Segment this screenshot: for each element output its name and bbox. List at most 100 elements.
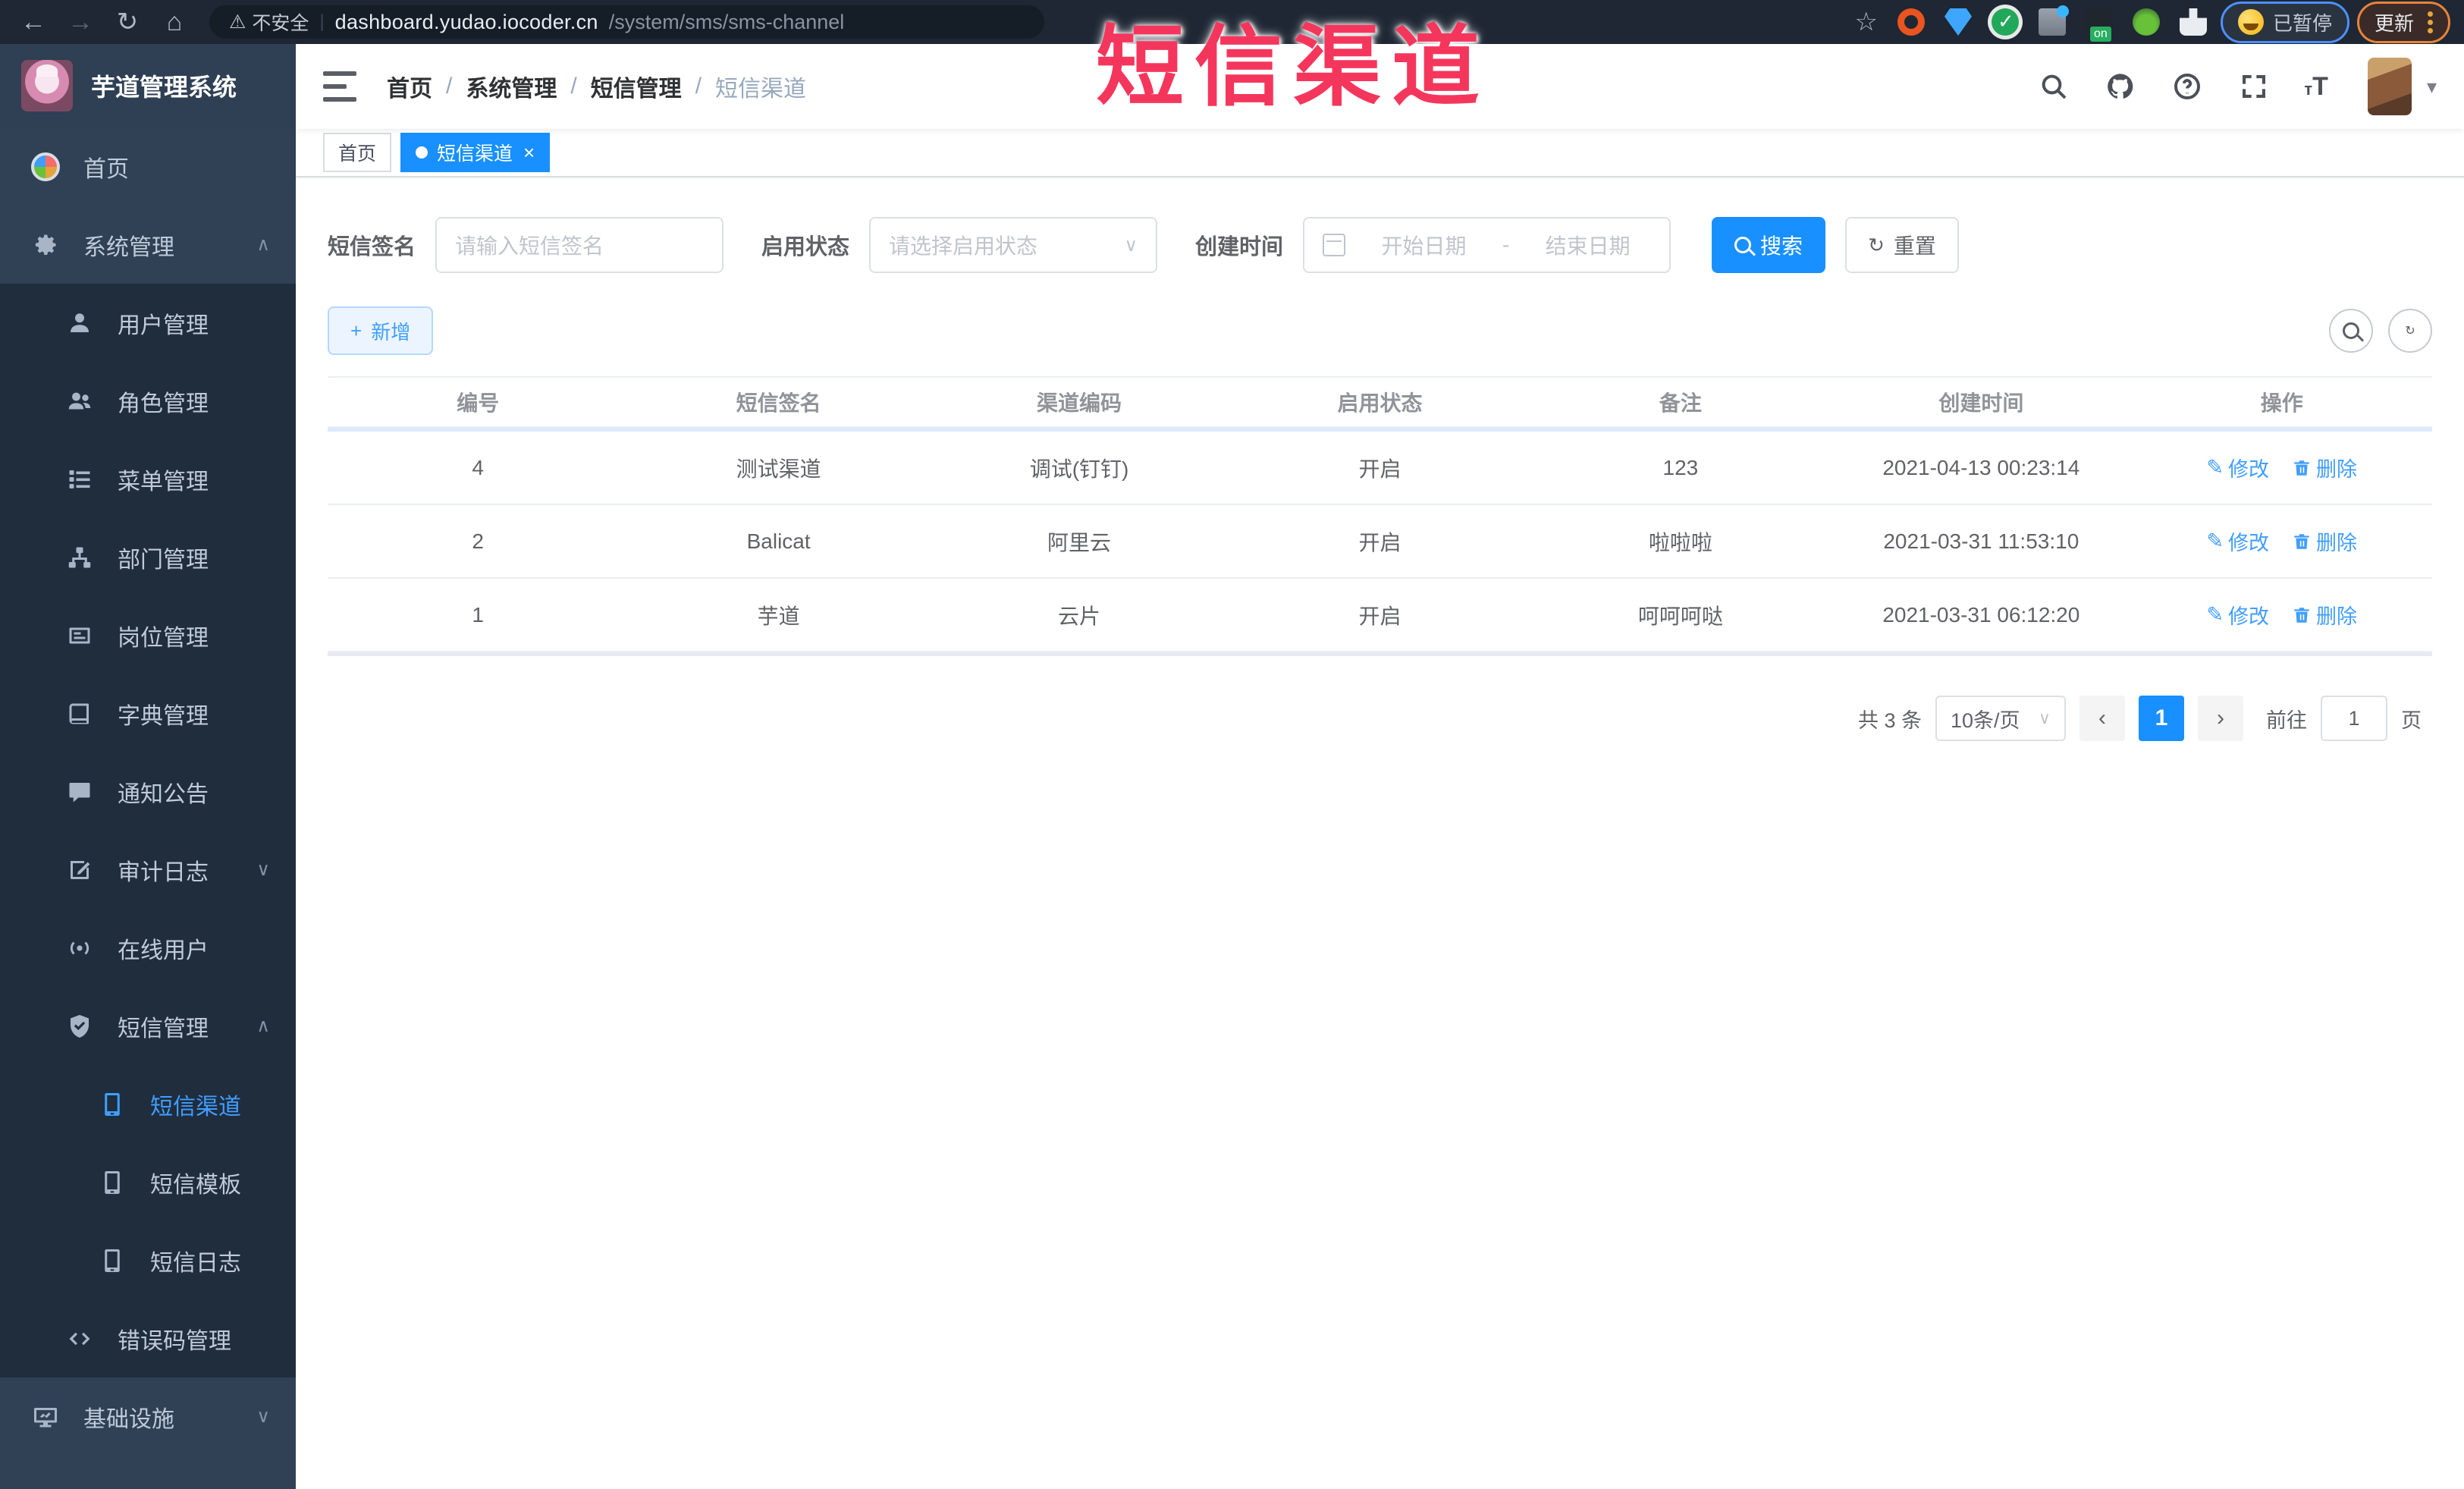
close-tab-icon[interactable]: × <box>523 141 535 165</box>
breadcrumb-system[interactable]: 系统管理 <box>466 70 557 103</box>
breadcrumb-home[interactable]: 首页 <box>387 70 432 103</box>
trash-icon <box>2294 533 2309 549</box>
sidebar-item-dept-management[interactable]: 部门管理 <box>0 518 296 596</box>
url-separator: | <box>319 11 325 32</box>
sidebar-item-error-code[interactable]: 错误码管理 <box>0 1299 296 1377</box>
extension-on-badge-icon[interactable] <box>2085 8 2113 42</box>
app-title: 芋道管理系统 <box>91 74 237 101</box>
page-size-select[interactable]: 10条/页 ∨ <box>1935 696 2066 741</box>
delete-link[interactable]: 删除 <box>2292 526 2357 556</box>
extension-blue-pin-icon[interactable] <box>1944 8 1972 36</box>
address-bar[interactable]: ⚠ 不安全 | dashboard.yudao.iocoder.cn /syst… <box>209 5 1044 39</box>
github-icon[interactable] <box>2104 70 2137 103</box>
tags-view-bar: 首页 短信渠道 × <box>296 129 2464 177</box>
extension-sprout-icon[interactable] <box>2132 8 2160 36</box>
table-row[interactable]: 1 芋道 云片 开启 呵呵呵哒 2021-03-31 06:12:20 ✎ 修改 … <box>328 579 2432 652</box>
app-navbar: 首页 / 系统管理 / 短信管理 / 短信渠道 тT ▾ <box>296 44 2464 129</box>
sign-label: 短信签名 <box>328 235 416 259</box>
app-logo-image <box>21 60 73 112</box>
calendar-icon <box>1323 234 1346 256</box>
status-label: 启用状态 <box>761 235 850 259</box>
sidebar-item-menu-management[interactable]: 菜单管理 <box>0 440 296 518</box>
font-size-icon[interactable]: тT <box>2304 72 2328 102</box>
url-path: /system/sms/sms-channel <box>608 10 845 33</box>
browser-reload-icon[interactable]: ↻ <box>108 4 147 40</box>
delete-link[interactable]: 删除 <box>2292 600 2357 630</box>
date-range-picker[interactable]: 开始日期 - 结束日期 <box>1303 217 1671 273</box>
sidebar-item-infrastructure[interactable]: 基础设施 ∨ <box>0 1377 296 1456</box>
help-icon[interactable] <box>2171 70 2204 103</box>
sidebar-item-post-management[interactable]: 岗位管理 <box>0 596 296 674</box>
reset-button[interactable]: ↻ 重置 <box>1845 217 1959 273</box>
phone-icon <box>97 1091 127 1118</box>
extension-grid-icon[interactable] <box>2038 5 2069 36</box>
sidebar-item-system-management[interactable]: 系统管理 ∧ <box>0 206 296 284</box>
browser-menu-kebab-icon[interactable] <box>2428 11 2434 33</box>
menu-list-icon <box>64 466 95 493</box>
search-form: 短信签名 请输入短信签名 启用状态 请选择启用状态 ∨ 创建时间 开始日期 - … <box>328 217 2432 273</box>
extension-green-check-icon[interactable] <box>1991 8 2019 36</box>
sidebar-item-dict-management[interactable]: 字典管理 <box>0 674 296 752</box>
breadcrumb-current: 短信渠道 <box>715 77 807 102</box>
add-button[interactable]: + 新增 <box>328 306 434 355</box>
page-number-button[interactable]: 1 <box>2139 696 2184 741</box>
sidebar-item-home[interactable]: 首页 <box>0 127 296 206</box>
breadcrumb-sms[interactable]: 短信管理 <box>591 70 682 103</box>
refresh-table-button[interactable]: ↻ <box>2388 309 2432 353</box>
start-date-input[interactable]: 开始日期 <box>1361 230 1487 260</box>
sidebar-item-notice[interactable]: 通知公告 <box>0 752 296 831</box>
paused-extension-chip[interactable]: 已暂停 <box>2220 1 2349 43</box>
sidebar-item-sms-management[interactable]: 短信管理 ∧ <box>0 987 296 1065</box>
chevron-down-icon: ∨ <box>256 859 270 880</box>
url-host: dashboard.yudao.iocoder.cn <box>334 10 598 33</box>
delete-link[interactable]: 删除 <box>2292 453 2357 482</box>
extensions-puzzle-icon[interactable] <box>2179 8 2207 36</box>
tab-sms-channel[interactable]: 短信渠道 × <box>400 133 551 172</box>
fullscreen-icon[interactable] <box>2237 70 2271 103</box>
total-count: 共 3 条 <box>1857 708 1922 732</box>
end-date-input[interactable]: 结束日期 <box>1524 230 1651 260</box>
extension-orange-ring-icon[interactable] <box>1897 8 1925 36</box>
site-security-warning[interactable]: ⚠ 不安全 <box>229 8 309 36</box>
edit-icon: ✎ <box>2206 529 2224 552</box>
monitor-icon <box>30 1403 61 1431</box>
sidebar-item-sms-template[interactable]: 短信模板 <box>0 1143 296 1221</box>
status-select[interactable]: 请选择启用状态 ∨ <box>869 217 1158 273</box>
sign-input[interactable]: 请输入短信签名 <box>435 217 724 273</box>
org-tree-icon <box>64 544 95 571</box>
browser-back-icon[interactable]: ← <box>14 4 53 40</box>
table-row[interactable]: 2 Balicat 阿里云 开启 啦啦啦 2021-03-31 11:53:10… <box>328 505 2432 579</box>
sms-shield-icon <box>64 1013 95 1040</box>
goto-page-input[interactable]: 1 <box>2321 696 2387 741</box>
sidebar-item-user-management[interactable]: 用户管理 <box>0 284 296 362</box>
dashboard-icon <box>30 152 61 181</box>
reset-icon: ↻ <box>1868 233 1885 256</box>
browser-home-icon[interactable]: ⌂ <box>155 4 194 40</box>
sidebar-item-sms-channel[interactable]: 短信渠道 <box>0 1065 296 1143</box>
online-signal-icon <box>64 935 95 962</box>
edit-link[interactable]: ✎ 修改 <box>2206 600 2269 630</box>
browser-forward-icon[interactable]: → <box>61 4 100 40</box>
sidebar-item-audit-log[interactable]: 审计日志 ∨ <box>0 831 296 909</box>
search-icon[interactable] <box>2037 70 2070 103</box>
app-logo-row[interactable]: 芋道管理系统 <box>0 44 296 127</box>
sidebar-toggle-icon[interactable] <box>323 71 356 102</box>
edit-icon: ✎ <box>2206 456 2224 479</box>
toggle-search-button[interactable] <box>2329 309 2373 353</box>
prev-page-button[interactable]: ‹ <box>2079 696 2125 741</box>
bookmark-star-icon[interactable]: ☆ <box>1855 7 1878 37</box>
tab-home[interactable]: 首页 <box>323 133 392 172</box>
sidebar-item-sms-log[interactable]: 短信日志 <box>0 1221 296 1299</box>
sidebar-item-role-management[interactable]: 角色管理 <box>0 362 296 440</box>
next-page-button[interactable]: › <box>2198 696 2243 741</box>
table-row[interactable]: 4 测试渠道 调试(钉钉) 开启 123 2021-04-13 00:23:14… <box>328 432 2432 505</box>
edit-link[interactable]: ✎ 修改 <box>2206 453 2269 482</box>
plus-icon: + <box>350 319 363 342</box>
search-button[interactable]: 搜索 <box>1712 217 1826 273</box>
create-time-label: 创建时间 <box>1195 235 1284 259</box>
sidebar-item-online-users[interactable]: 在线用户 <box>0 909 296 987</box>
browser-update-button[interactable]: 更新 <box>2357 1 2451 43</box>
user-menu[interactable]: ▾ <box>2367 58 2437 115</box>
trash-icon <box>2294 460 2309 476</box>
edit-link[interactable]: ✎ 修改 <box>2206 526 2269 556</box>
